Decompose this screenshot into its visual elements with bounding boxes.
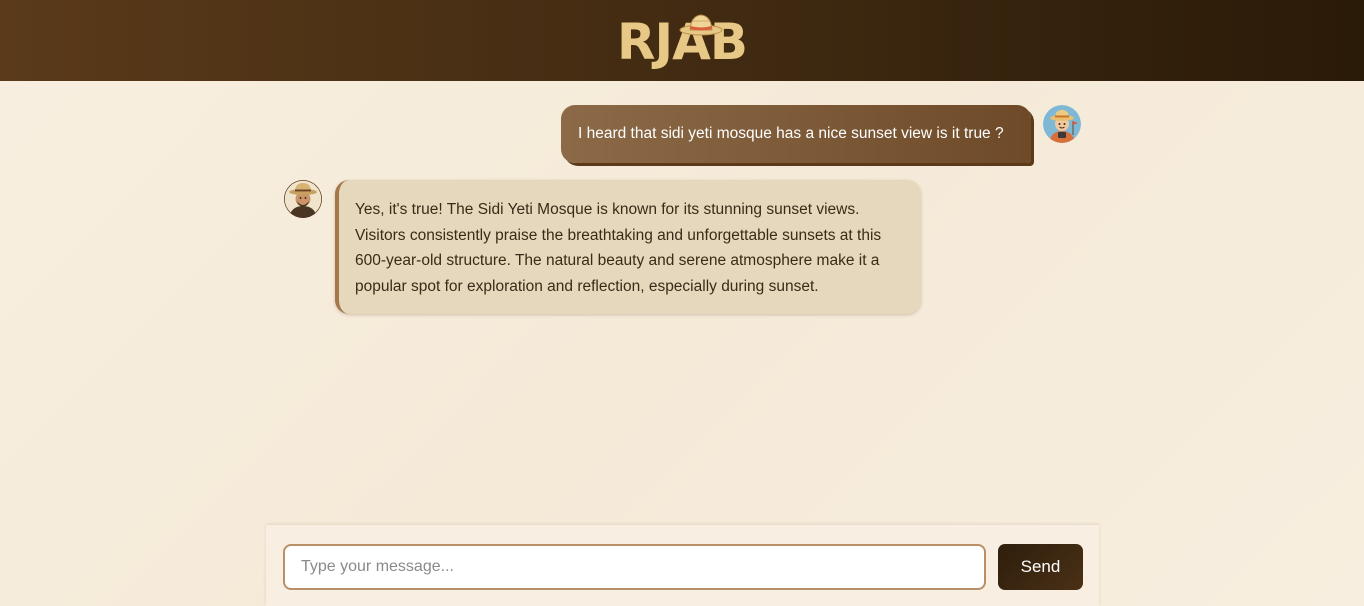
app-header: RJAB bbox=[0, 0, 1364, 81]
straw-hat-icon bbox=[679, 13, 723, 35]
user-message-text: I heard that sidi yeti mosque has a nice… bbox=[578, 125, 1004, 142]
bot-message-bubble: Yes, it's true! The Sidi Yeti Mosque is … bbox=[335, 180, 921, 314]
user-message-bubble: I heard that sidi yeti mosque has a nice… bbox=[561, 105, 1031, 163]
message-composer: Send bbox=[266, 525, 1099, 606]
tourist-avatar-icon bbox=[1043, 105, 1081, 143]
guide-avatar-icon bbox=[284, 180, 322, 218]
bot-avatar bbox=[284, 180, 322, 218]
chat-thread[interactable]: I heard that sidi yeti mosque has a nice… bbox=[0, 81, 1364, 525]
app-logo[interactable]: RJAB bbox=[617, 13, 748, 67]
message-input[interactable] bbox=[283, 544, 986, 590]
send-button[interactable]: Send bbox=[998, 544, 1083, 590]
bot-message-text: Yes, it's true! The Sidi Yeti Mosque is … bbox=[355, 201, 882, 295]
user-avatar bbox=[1043, 105, 1081, 143]
